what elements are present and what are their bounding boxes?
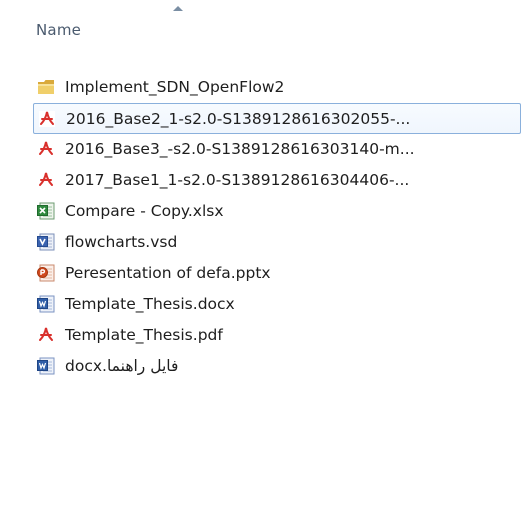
column-header-label: Name [36,21,82,39]
excel-icon [37,202,55,220]
pdf-icon [37,171,55,189]
sort-ascending-icon [173,6,183,11]
pdf-icon [37,140,55,158]
file-name: 2016_Base3_-s2.0-S1389128616303140-m... [65,140,415,158]
file-name: فایل راهنما.docx [65,357,179,375]
file-explorer: Name Implement_SDN_OpenFlow2 2016_Base2_… [0,0,521,521]
word-icon [37,295,55,313]
list-item-pdf[interactable]: 2016_Base3_-s2.0-S1389128616303140-m... [33,134,521,165]
file-name: flowcharts.vsd [65,233,178,251]
list-item-folder[interactable]: Implement_SDN_OpenFlow2 [33,72,521,103]
word-icon [37,357,55,375]
column-header-name[interactable]: Name [0,0,521,56]
list-item-docx[interactable]: فایل راهنما.docx [33,351,521,382]
file-name: 2017_Base1_1-s2.0-S1389128616304406-... [65,171,410,189]
file-name: Template_Thesis.pdf [65,326,223,344]
pdf-icon [37,326,55,344]
list-item-pdf[interactable]: 2016_Base2_1-s2.0-S1389128616302055-... [33,103,521,134]
list-item-docx[interactable]: Template_Thesis.docx [33,289,521,320]
file-name: Implement_SDN_OpenFlow2 [65,78,285,96]
list-item-pdf[interactable]: Template_Thesis.pdf [33,320,521,351]
visio-icon [37,233,55,251]
powerpoint-icon [37,264,55,282]
list-item-pdf[interactable]: 2017_Base1_1-s2.0-S1389128616304406-... [33,165,521,196]
list-item-pptx[interactable]: Peresentation of defa.pptx [33,258,521,289]
file-name: Compare - Copy.xlsx [65,202,224,220]
file-name: 2016_Base2_1-s2.0-S1389128616302055-... [66,110,411,128]
file-list: Implement_SDN_OpenFlow2 2016_Base2_1-s2.… [33,72,521,382]
list-item-vsd[interactable]: flowcharts.vsd [33,227,521,258]
list-item-xlsx[interactable]: Compare - Copy.xlsx [33,196,521,227]
file-name: Peresentation of defa.pptx [65,264,271,282]
file-name: Template_Thesis.docx [65,295,235,313]
pdf-icon [38,110,56,128]
folder-icon [37,78,55,96]
